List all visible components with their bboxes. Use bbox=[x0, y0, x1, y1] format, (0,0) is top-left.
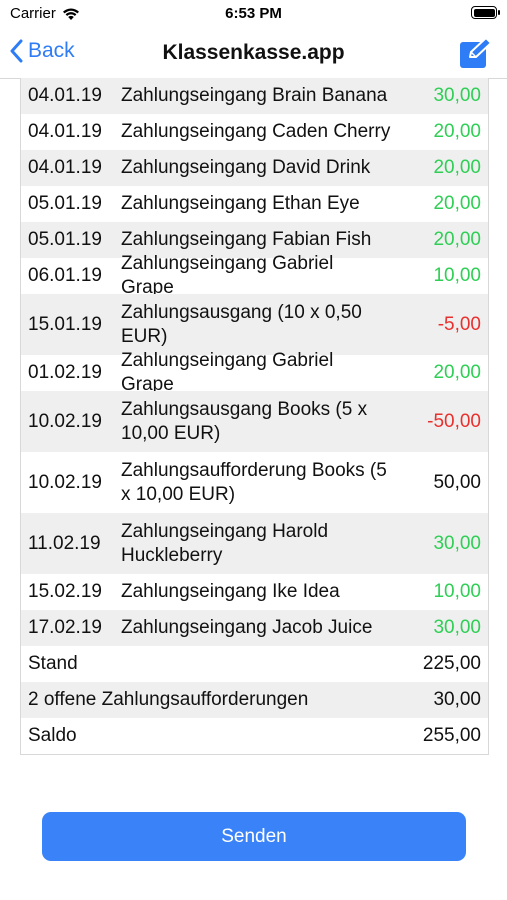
date-cell: 04.01.19 bbox=[28, 157, 102, 178]
page-title: Klassenkasse.app bbox=[162, 41, 345, 64]
date-cell: 05.01.19 bbox=[28, 193, 102, 214]
compose-icon bbox=[460, 37, 492, 68]
description-cell: Zahlungseingang Ike Idea bbox=[121, 581, 340, 602]
amount-cell: 20,00 bbox=[433, 157, 481, 178]
date-cell: 15.01.19 bbox=[28, 313, 102, 335]
date-cell: 17.02.19 bbox=[28, 617, 102, 638]
open-requests-label: 2 offene Zahlungsaufforderungen bbox=[28, 689, 309, 710]
description-cell: Zahlungseingang Harold Huckleberry bbox=[121, 520, 329, 566]
amount-cell: 20,00 bbox=[433, 193, 481, 214]
table-row[interactable]: 10.02.19 Zahlungsaufforderung Books (5 x… bbox=[21, 452, 488, 513]
amount-cell: 20,00 bbox=[433, 362, 481, 383]
send-button[interactable]: Senden bbox=[42, 812, 466, 861]
date-cell: 05.01.19 bbox=[28, 229, 102, 250]
amount-cell: 30,00 bbox=[433, 85, 481, 106]
amount-cell: 30,00 bbox=[433, 617, 481, 638]
table-row[interactable]: 11.02.19 Zahlungseingang Harold Hucklebe… bbox=[21, 513, 488, 574]
saldo-value: 255,00 bbox=[422, 725, 481, 746]
status-bar: Carrier 6:53 PM bbox=[0, 0, 507, 28]
status-time: 6:53 PM bbox=[225, 5, 282, 22]
summary-row-stand: Stand 225,00 bbox=[21, 646, 488, 682]
stand-value: 225,00 bbox=[422, 653, 481, 674]
summary-row-open-requests[interactable]: 2 offene Zahlungsaufforderungen 30,00 bbox=[21, 682, 488, 718]
description-cell: Zahlungseingang Brain Banana bbox=[121, 85, 388, 106]
open-requests-value: 30,00 bbox=[433, 689, 481, 710]
battery-icon bbox=[471, 6, 500, 19]
date-cell: 10.02.19 bbox=[28, 471, 102, 493]
amount-cell: 50,00 bbox=[433, 471, 481, 493]
table-row[interactable]: 04.01.19 Zahlungseingang Brain Banana 30… bbox=[21, 78, 488, 114]
transactions-table: 04.01.19 Zahlungseingang Brain Banana 30… bbox=[20, 78, 489, 755]
description-cell: Zahlungseingang Ethan Eye bbox=[121, 193, 360, 214]
amount-cell: -50,00 bbox=[427, 410, 481, 432]
saldo-label: Saldo bbox=[28, 725, 77, 746]
amount-cell: -5,00 bbox=[437, 313, 481, 335]
table-row[interactable]: 01.02.19 Zahlungseingang Gabriel Grape 2… bbox=[21, 350, 488, 395]
date-cell: 01.02.19 bbox=[28, 362, 102, 383]
table-row[interactable]: 10.02.19 Zahlungsausgang Books (5 x 10,0… bbox=[21, 391, 488, 452]
date-cell: 15.02.19 bbox=[28, 581, 102, 602]
date-cell: 06.01.19 bbox=[28, 265, 102, 286]
send-label: Senden bbox=[221, 825, 287, 847]
description-cell: Zahlungsausgang Books (5 x 10,00 EUR) bbox=[121, 398, 368, 444]
table-row[interactable]: 04.01.19 Zahlungseingang David Drink 20,… bbox=[21, 150, 488, 186]
description-cell: Zahlungseingang Gabriel Grape bbox=[121, 253, 334, 298]
navigation-bar: Back Klassenkasse.app bbox=[0, 28, 507, 79]
table-row[interactable]: 05.01.19 Zahlungseingang Ethan Eye 20,00 bbox=[21, 186, 488, 222]
compose-button[interactable] bbox=[459, 37, 493, 69]
amount-cell: 10,00 bbox=[433, 581, 481, 602]
date-cell: 10.02.19 bbox=[28, 410, 102, 432]
description-cell: Zahlungseingang Fabian Fish bbox=[121, 229, 372, 250]
date-cell: 11.02.19 bbox=[28, 532, 101, 554]
table-row[interactable]: 17.02.19 Zahlungseingang Jacob Juice 30,… bbox=[21, 610, 488, 646]
amount-cell: 20,00 bbox=[433, 229, 481, 250]
table-row[interactable]: 04.01.19 Zahlungseingang Caden Cherry 20… bbox=[21, 114, 488, 150]
summary-row-saldo: Saldo 255,00 bbox=[21, 718, 488, 754]
description-cell: Zahlungsausgang (10 x 0,50 EUR) bbox=[121, 301, 362, 347]
description-cell: Zahlungseingang David Drink bbox=[121, 157, 371, 178]
table-row[interactable]: 15.02.19 Zahlungseingang Ike Idea 10,00 bbox=[21, 574, 488, 610]
description-cell: Zahlungseingang Gabriel Grape bbox=[121, 350, 334, 395]
stand-label: Stand bbox=[28, 653, 78, 674]
amount-cell: 30,00 bbox=[433, 532, 481, 554]
description-cell: Zahlungseingang Jacob Juice bbox=[121, 617, 373, 638]
description-cell: Zahlungseingang Caden Cherry bbox=[121, 121, 391, 142]
amount-cell: 10,00 bbox=[433, 265, 481, 286]
date-cell: 04.01.19 bbox=[28, 85, 102, 106]
table-row[interactable]: 15.01.19 Zahlungsausgang (10 x 0,50 EUR)… bbox=[21, 294, 488, 355]
date-cell: 04.01.19 bbox=[28, 121, 102, 142]
table-row[interactable]: 06.01.19 Zahlungseingang Gabriel Grape 1… bbox=[21, 253, 488, 298]
amount-cell: 20,00 bbox=[433, 121, 481, 142]
description-cell: Zahlungsaufforderung Books (5 x 10,00 EU… bbox=[121, 459, 387, 505]
